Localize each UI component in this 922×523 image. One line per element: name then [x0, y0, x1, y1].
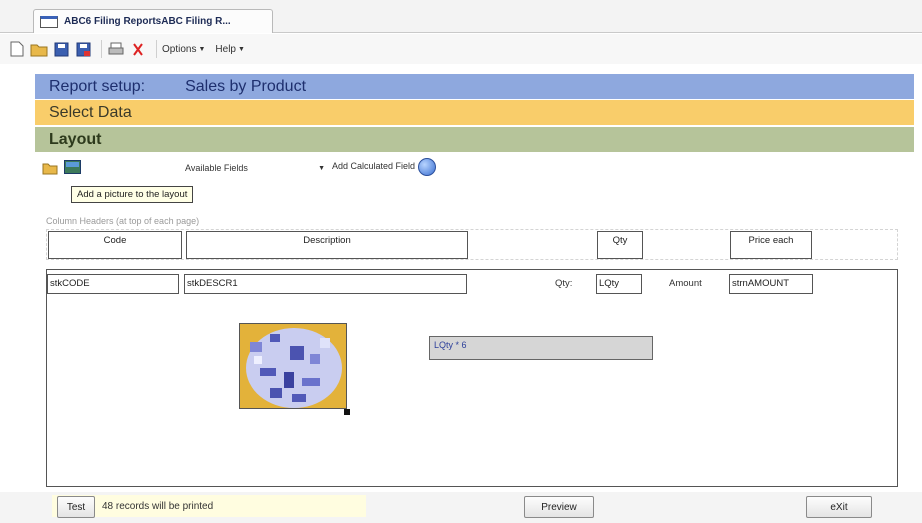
records-status: 48 records will be printed: [102, 501, 214, 512]
select-data-band[interactable]: Select Data: [35, 100, 914, 125]
resize-handle[interactable]: [344, 409, 350, 415]
header-qty[interactable]: Qty: [597, 231, 643, 259]
layout-band[interactable]: Layout: [35, 127, 914, 152]
header-qty-label: Qty: [612, 235, 628, 246]
layout-picture[interactable]: [239, 323, 347, 409]
calculated-field-expression: LQty * 6: [434, 340, 467, 350]
help-icon[interactable]: [418, 158, 436, 176]
field-stkcode[interactable]: stkCODE: [47, 274, 179, 294]
chevron-down-icon: ▼: [237, 45, 245, 53]
report-setup-label: Report setup:: [49, 77, 146, 95]
layout-label: Layout: [49, 130, 102, 148]
available-fields-dropdown[interactable]: Available Fields ▼: [130, 160, 325, 176]
toolbar-separator: [156, 40, 157, 58]
header-price-each[interactable]: Price each: [730, 231, 812, 259]
add-picture-tooltip: Add a picture to the layout: [71, 186, 194, 203]
column-headers-caption: Column Headers (at top of each page): [46, 216, 200, 226]
options-menu-label: Options: [162, 43, 197, 55]
preview-button[interactable]: Preview: [524, 496, 594, 518]
delete-icon[interactable]: [129, 40, 147, 58]
header-code[interactable]: Code: [48, 231, 182, 259]
save-as-icon[interactable]: [74, 40, 92, 58]
field-lqty-label: LQty: [599, 278, 620, 289]
document-tab[interactable]: ABC6 Filing ReportsABC Filing R...: [33, 9, 273, 33]
field-lqty[interactable]: LQty: [596, 274, 642, 294]
exit-button-label: eXit: [830, 501, 848, 513]
globe-image: [240, 324, 346, 408]
window-icon: [40, 15, 58, 28]
add-calculated-field-button[interactable]: Add Calculated Field: [332, 161, 415, 171]
header-description[interactable]: Description: [186, 231, 468, 259]
amount-label: Amount: [669, 278, 702, 289]
available-fields-label: Available Fields: [185, 163, 248, 173]
chevron-down-icon: ▼: [198, 45, 206, 53]
select-data-label: Select Data: [49, 103, 132, 121]
toolbar-separator: [101, 40, 102, 58]
field-stkdescr1-label: stkDESCR1: [187, 278, 238, 289]
header-code-label: Code: [103, 235, 127, 246]
options-menu[interactable]: Options ▼: [162, 44, 205, 55]
field-strnamount-label: strnAMOUNT: [732, 278, 789, 289]
document-tab-label: ABC6 Filing ReportsABC Filing R...: [64, 16, 231, 27]
new-file-icon[interactable]: [8, 40, 26, 58]
open-folder-icon[interactable]: [30, 40, 48, 58]
calculated-field[interactable]: LQty * 6: [429, 336, 653, 360]
layout-toolbar: Available Fields ▼ Add Calculated Field: [35, 154, 914, 182]
help-menu-label: Help: [215, 43, 236, 55]
field-stkcode-label: stkCODE: [50, 278, 90, 289]
preview-button-label: Preview: [541, 501, 577, 513]
report-setup-value: Sales by Product: [185, 77, 307, 95]
open-folder-icon[interactable]: [41, 159, 59, 177]
chevron-down-icon: ▼: [318, 164, 325, 172]
add-picture-icon[interactable]: [63, 158, 81, 176]
detail-section[interactable]: stkCODE stkDESCR1 Qty: LQty Amount strnA…: [46, 269, 898, 487]
qty-label: Qty:: [555, 278, 573, 289]
tab-strip: ABC6 Filing ReportsABC Filing R...: [0, 0, 922, 33]
print-icon[interactable]: [107, 40, 125, 58]
test-button-label: Test: [66, 501, 86, 513]
exit-button[interactable]: eXit: [806, 496, 872, 518]
header-description-label: Description: [303, 235, 351, 246]
report-setup-band[interactable]: Report setup: Sales by Product: [35, 74, 914, 99]
test-button[interactable]: Test: [57, 496, 95, 518]
footer-bar: Test 48 records will be printed Preview …: [0, 492, 922, 523]
save-icon[interactable]: [52, 40, 70, 58]
field-stkdescr1[interactable]: stkDESCR1: [184, 274, 467, 294]
main-toolbar: Options ▼ Help ▼: [0, 34, 922, 64]
column-headers-section: Code Description Qty Price each: [46, 229, 898, 260]
field-strnamount[interactable]: strnAMOUNT: [729, 274, 813, 294]
header-price-each-label: Price each: [748, 235, 794, 246]
help-menu[interactable]: Help ▼: [215, 44, 245, 55]
